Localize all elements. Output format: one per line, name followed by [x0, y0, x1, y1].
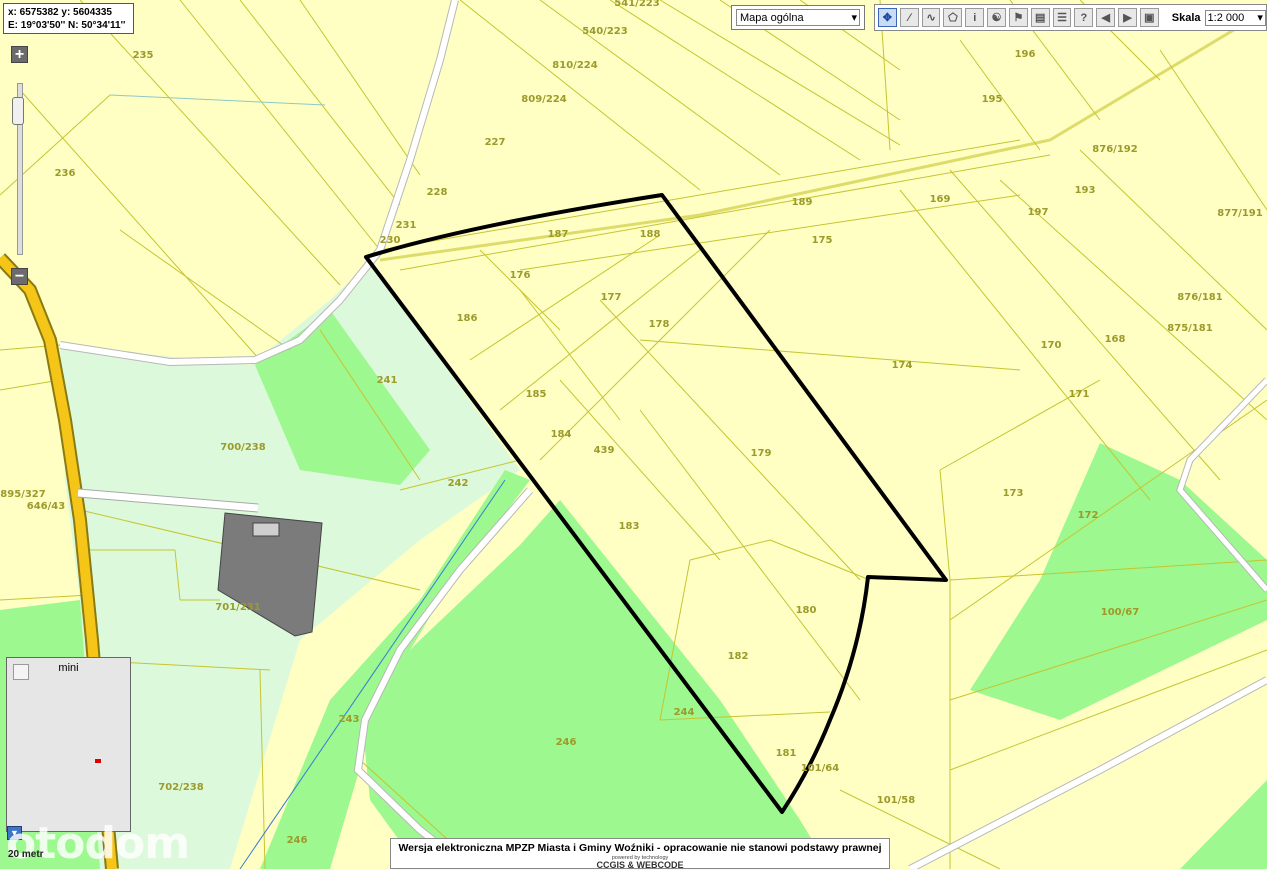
parcel-label: 646/43	[27, 501, 65, 512]
parcel-label: 809/224	[521, 94, 566, 105]
legend-icon[interactable]: ▤	[1030, 8, 1050, 27]
layer-select[interactable]: Mapa ogólna ▾	[736, 9, 860, 26]
parcel-label: 231	[396, 220, 417, 231]
parcel-label: 246	[556, 737, 577, 748]
parcel-map[interactable]: 235 236 227 228 231 230 541/223 540/223 810/224 8…	[0, 0, 1267, 869]
info-icon[interactable]: i	[965, 8, 985, 27]
parcel-label: 180	[796, 605, 817, 616]
parcel-label: 171	[1069, 389, 1090, 400]
minimap[interactable]: mini	[6, 657, 131, 832]
parcel-label: 189	[792, 197, 813, 208]
chevron-down-icon: ▾	[1257, 12, 1263, 24]
help-icon[interactable]: ?	[1074, 8, 1094, 27]
parcel-label: 169	[930, 194, 951, 205]
parcel-label: 184	[551, 429, 572, 440]
layer-select-value: Mapa ogólna	[740, 11, 804, 24]
parcel-label: 895/327	[0, 489, 45, 500]
footer-disclaimer: Wersja elektroniczna MPZP Miasta i Gminy…	[390, 838, 890, 870]
parcel-label: 183	[619, 521, 640, 532]
parcel-label: 176	[510, 270, 531, 281]
parcel-label: 230	[380, 235, 401, 246]
zoom-out-button[interactable]: −	[11, 268, 28, 285]
parcel-label: 101/64	[801, 763, 839, 774]
parcel-label: 243	[339, 714, 360, 725]
watermark-logo: otodom	[6, 818, 190, 869]
parcel-label: 876/181	[1177, 292, 1222, 303]
parcel-label: 182	[728, 651, 749, 662]
globe-icon[interactable]: ☯	[987, 8, 1006, 27]
parcel-label: 810/224	[552, 60, 597, 71]
parcel-label: 170	[1041, 340, 1062, 351]
minimap-location-marker	[95, 759, 101, 763]
parcel-label: 173	[1003, 488, 1024, 499]
parcel-label: 241	[377, 375, 398, 386]
parcel-label: 100/67	[1101, 607, 1139, 618]
parcel-label: 702/238	[158, 782, 203, 793]
scale-select-value: 1:2 000	[1207, 11, 1245, 24]
layer-selector-panel: Mapa ogólna ▾	[731, 5, 865, 30]
zoom-in-button[interactable]: +	[11, 46, 28, 63]
parcel-label: 541/223	[614, 0, 659, 9]
parcel-label: 246	[287, 835, 308, 846]
parcel-label: 244	[674, 707, 695, 718]
parcel-label: 178	[649, 319, 670, 330]
next-view-icon[interactable]: ▶	[1118, 8, 1137, 27]
building-annex	[252, 522, 280, 537]
parcel-label: 185	[526, 389, 547, 400]
parcel-label: 439	[594, 445, 615, 456]
parcel-label: 877/191	[1217, 208, 1262, 219]
measure-path-icon[interactable]: ∿	[921, 8, 941, 27]
parcel-label: 701/231	[215, 602, 260, 613]
scale-label: Skala	[1171, 11, 1201, 24]
parcel-label: 197	[1028, 207, 1049, 218]
parcel-label: 188	[640, 229, 661, 240]
parcel-label: 187	[548, 229, 569, 240]
parcel-label: 875/181	[1167, 323, 1212, 334]
parcel-label: 227	[485, 137, 506, 148]
parcel-label: 228	[427, 187, 448, 198]
parcel-label: 168	[1105, 334, 1126, 345]
scale-select[interactable]: 1:2 000 ▾	[1204, 9, 1266, 26]
parcel-label: 179	[751, 448, 772, 459]
parcel-label: 175	[812, 235, 833, 246]
parcel-label: 181	[776, 748, 797, 759]
pan-icon[interactable]: ✥	[878, 8, 897, 27]
coordinate-geographic: E: 19°03'50'' N: 50°34'11''	[8, 20, 126, 31]
parcel-label: 876/192	[1092, 144, 1137, 155]
coordinate-readout: x: 6575382 y: 5604335 E: 19°03'50'' N: 5…	[3, 3, 134, 34]
parcel-label: 540/223	[582, 26, 627, 37]
parcel-label: 195	[982, 94, 1003, 105]
print-icon[interactable]: ⚑	[1008, 8, 1028, 27]
measure-area-icon[interactable]: ⬠	[943, 8, 963, 27]
measure-distance-icon[interactable]: ∕	[899, 8, 919, 27]
parcel-label: 177	[601, 292, 622, 303]
previous-view-icon[interactable]: ◀	[1096, 8, 1116, 27]
parcel-label: 700/238	[220, 442, 265, 453]
layers-icon[interactable]: ☰	[1052, 8, 1072, 27]
zoom-slider-handle[interactable]	[12, 97, 24, 125]
parcel-label: 101/58	[877, 795, 915, 806]
full-extent-icon[interactable]: ▣	[1139, 8, 1159, 27]
minimap-title: mini	[58, 662, 79, 674]
scale-bar-label: 20 metr	[8, 849, 44, 860]
parcel-label: 196	[1015, 49, 1036, 60]
parcel-label: 193	[1075, 185, 1096, 196]
parcel-label: 236	[55, 168, 76, 179]
parcel-label: 186	[457, 313, 478, 324]
coordinate-xy: x: 6575382 y: 5604335	[8, 7, 112, 18]
parcel-label: 242	[448, 478, 469, 489]
chevron-down-icon: ▾	[851, 12, 857, 24]
parcel-label: 174	[892, 360, 913, 371]
parcel-label: 235	[133, 50, 154, 61]
map-toolbar: ✥ ∕ ∿ ⬠ i ☯ ⚑ ▤ ☰ ? ◀ ▶ ▣ Skala 1:2 000 …	[874, 4, 1267, 31]
footer-disclaimer-text: Wersja elektroniczna MPZP Miasta i Gminy…	[398, 842, 882, 854]
parcel-label: 172	[1078, 510, 1099, 521]
